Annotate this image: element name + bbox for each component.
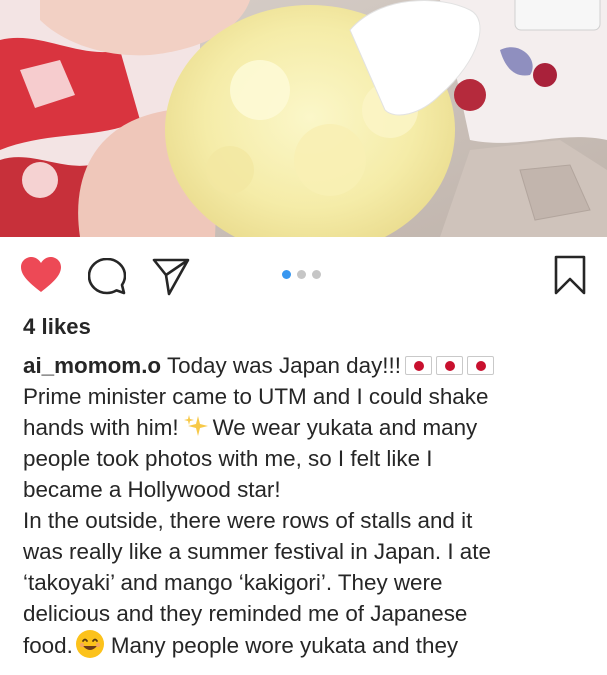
- post-action-bar: [0, 237, 607, 315]
- caption-text: people took photos with me, so I felt li…: [23, 446, 433, 471]
- comment-icon[interactable]: [88, 258, 126, 296]
- japan-flag-icon: [466, 356, 494, 375]
- japan-flag-icon: [435, 356, 463, 375]
- caption-line: Prime minister came to UTM and I could s…: [23, 381, 588, 412]
- caption-text: In the outside, there were rows of stall…: [23, 508, 473, 533]
- caption-line: people took photos with me, so I felt li…: [23, 443, 588, 474]
- caption-text: We wear yukata and many: [212, 415, 478, 440]
- bookmark-icon[interactable]: [554, 255, 586, 295]
- caption-line: hands with him! We wear yukata and many: [23, 412, 588, 443]
- caption-line: food. Many people wore yukata and they: [23, 629, 588, 660]
- caption-text: Today was Japan day!!!: [166, 353, 401, 378]
- caption-text: food.: [23, 633, 73, 658]
- caption-text: Many people wore yukata and they: [110, 633, 459, 658]
- caption-line: became a Hollywood star!: [23, 474, 588, 505]
- post-photo[interactable]: [0, 0, 607, 237]
- username-link[interactable]: ai_momom.o: [23, 353, 161, 378]
- caption-line: delicious and they reminded me of Japane…: [23, 598, 588, 629]
- caption-text: became a Hollywood star!: [23, 477, 281, 502]
- shaved-ice-photo: [0, 0, 607, 237]
- caption-text: was really like a summer festival in Jap…: [23, 539, 491, 564]
- caption-text: Prime minister came to UTM and I could s…: [23, 384, 489, 409]
- heart-icon[interactable]: [20, 256, 62, 294]
- likes-count[interactable]: 4 likes: [23, 314, 91, 340]
- caption-line: ‘takoyaki’ and mango ‘kakigori’. They we…: [23, 567, 588, 598]
- caption-line: In the outside, there were rows of stall…: [23, 505, 588, 536]
- caption-text: hands with him!: [23, 415, 179, 440]
- smiling-face-icon: [75, 629, 105, 667]
- post-caption: ai_momom.o Today was Japan day!!! Prime …: [23, 350, 588, 660]
- carousel-dot: [297, 270, 306, 279]
- caption-text: delicious and they reminded me of Japane…: [23, 601, 468, 626]
- caption-line: was really like a summer festival in Jap…: [23, 536, 588, 567]
- share-icon[interactable]: [152, 258, 190, 296]
- caption-line: ai_momom.o Today was Japan day!!!: [23, 350, 588, 381]
- carousel-dot-active: [282, 270, 291, 279]
- sparkles-icon: [183, 414, 209, 446]
- carousel-dot: [312, 270, 321, 279]
- caption-text: ‘takoyaki’ and mango ‘kakigori’. They we…: [23, 570, 443, 595]
- japan-flag-icon: [404, 356, 432, 375]
